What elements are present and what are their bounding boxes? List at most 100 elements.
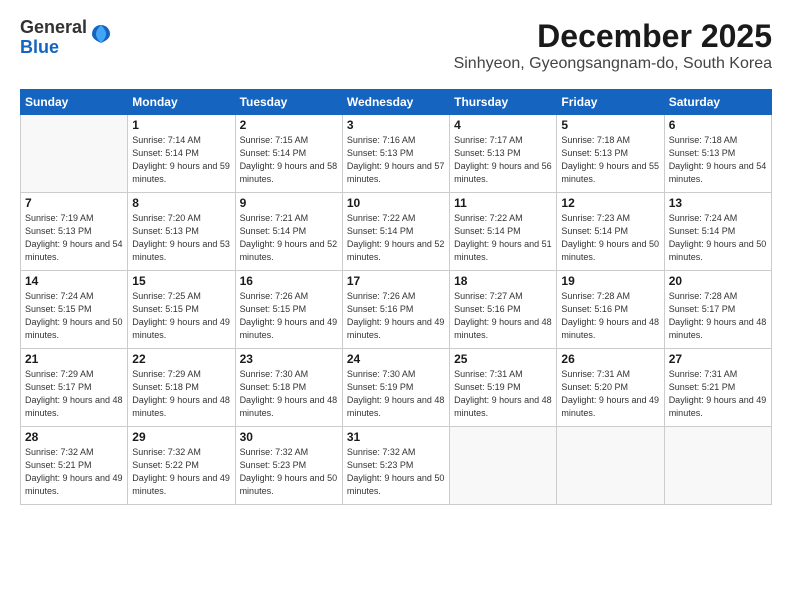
calendar-week-row: 21 Sunrise: 7:29 AMSunset: 5:17 PMDaylig… — [21, 349, 772, 427]
table-row: 12 Sunrise: 7:23 AMSunset: 5:14 PMDaylig… — [557, 193, 664, 271]
day-number: 10 — [347, 196, 445, 210]
table-row: 31 Sunrise: 7:32 AMSunset: 5:23 PMDaylig… — [342, 427, 449, 505]
calendar-week-row: 14 Sunrise: 7:24 AMSunset: 5:15 PMDaylig… — [21, 271, 772, 349]
day-number: 19 — [561, 274, 659, 288]
day-number: 13 — [669, 196, 767, 210]
day-info: Sunrise: 7:29 AMSunset: 5:18 PMDaylight:… — [132, 369, 230, 418]
table-row: 23 Sunrise: 7:30 AMSunset: 5:18 PMDaylig… — [235, 349, 342, 427]
day-number: 25 — [454, 352, 552, 366]
table-row: 5 Sunrise: 7:18 AMSunset: 5:13 PMDayligh… — [557, 115, 664, 193]
day-number: 18 — [454, 274, 552, 288]
day-number: 20 — [669, 274, 767, 288]
top-row: General Blue December 2025 Sinhyeon, Gye… — [20, 18, 772, 83]
title-section: December 2025 Sinhyeon, Gyeongsangnam-do… — [454, 18, 772, 81]
table-row: 17 Sunrise: 7:26 AMSunset: 5:16 PMDaylig… — [342, 271, 449, 349]
logo-text: General Blue — [20, 18, 87, 58]
calendar-week-row: 28 Sunrise: 7:32 AMSunset: 5:21 PMDaylig… — [21, 427, 772, 505]
day-number: 12 — [561, 196, 659, 210]
day-info: Sunrise: 7:32 AMSunset: 5:21 PMDaylight:… — [25, 447, 123, 496]
day-number: 1 — [132, 118, 230, 132]
table-row: 16 Sunrise: 7:26 AMSunset: 5:15 PMDaylig… — [235, 271, 342, 349]
day-number: 24 — [347, 352, 445, 366]
table-row: 3 Sunrise: 7:16 AMSunset: 5:13 PMDayligh… — [342, 115, 449, 193]
day-info: Sunrise: 7:32 AMSunset: 5:23 PMDaylight:… — [347, 447, 445, 496]
day-number: 31 — [347, 430, 445, 444]
calendar-week-row: 1 Sunrise: 7:14 AMSunset: 5:14 PMDayligh… — [21, 115, 772, 193]
page-container: General Blue December 2025 Sinhyeon, Gye… — [0, 0, 792, 515]
day-info: Sunrise: 7:14 AMSunset: 5:14 PMDaylight:… — [132, 135, 230, 184]
day-info: Sunrise: 7:28 AMSunset: 5:16 PMDaylight:… — [561, 291, 659, 340]
day-number: 14 — [25, 274, 123, 288]
day-number: 15 — [132, 274, 230, 288]
table-row: 21 Sunrise: 7:29 AMSunset: 5:17 PMDaylig… — [21, 349, 128, 427]
day-info: Sunrise: 7:22 AMSunset: 5:14 PMDaylight:… — [454, 213, 552, 262]
header-sunday: Sunday — [21, 90, 128, 115]
day-number: 16 — [240, 274, 338, 288]
day-number: 29 — [132, 430, 230, 444]
table-row: 25 Sunrise: 7:31 AMSunset: 5:19 PMDaylig… — [450, 349, 557, 427]
day-info: Sunrise: 7:18 AMSunset: 5:13 PMDaylight:… — [561, 135, 659, 184]
day-info: Sunrise: 7:17 AMSunset: 5:13 PMDaylight:… — [454, 135, 552, 184]
day-number: 6 — [669, 118, 767, 132]
day-info: Sunrise: 7:32 AMSunset: 5:22 PMDaylight:… — [132, 447, 230, 496]
header-monday: Monday — [128, 90, 235, 115]
day-info: Sunrise: 7:19 AMSunset: 5:13 PMDaylight:… — [25, 213, 123, 262]
day-info: Sunrise: 7:21 AMSunset: 5:14 PMDaylight:… — [240, 213, 338, 262]
day-number: 17 — [347, 274, 445, 288]
header-friday: Friday — [557, 90, 664, 115]
header-saturday: Saturday — [664, 90, 771, 115]
day-info: Sunrise: 7:22 AMSunset: 5:14 PMDaylight:… — [347, 213, 445, 262]
location-title: Sinhyeon, Gyeongsangnam-do, South Korea — [454, 55, 772, 73]
table-row — [450, 427, 557, 505]
day-info: Sunrise: 7:30 AMSunset: 5:18 PMDaylight:… — [240, 369, 338, 418]
day-info: Sunrise: 7:30 AMSunset: 5:19 PMDaylight:… — [347, 369, 445, 418]
day-number: 2 — [240, 118, 338, 132]
table-row: 27 Sunrise: 7:31 AMSunset: 5:21 PMDaylig… — [664, 349, 771, 427]
day-number: 9 — [240, 196, 338, 210]
day-info: Sunrise: 7:26 AMSunset: 5:15 PMDaylight:… — [240, 291, 338, 340]
table-row: 11 Sunrise: 7:22 AMSunset: 5:14 PMDaylig… — [450, 193, 557, 271]
day-number: 27 — [669, 352, 767, 366]
table-row: 1 Sunrise: 7:14 AMSunset: 5:14 PMDayligh… — [128, 115, 235, 193]
table-row: 14 Sunrise: 7:24 AMSunset: 5:15 PMDaylig… — [21, 271, 128, 349]
table-row: 10 Sunrise: 7:22 AMSunset: 5:14 PMDaylig… — [342, 193, 449, 271]
day-info: Sunrise: 7:31 AMSunset: 5:21 PMDaylight:… — [669, 369, 767, 418]
table-row: 9 Sunrise: 7:21 AMSunset: 5:14 PMDayligh… — [235, 193, 342, 271]
month-title: December 2025 — [454, 18, 772, 55]
table-row: 29 Sunrise: 7:32 AMSunset: 5:22 PMDaylig… — [128, 427, 235, 505]
table-row: 8 Sunrise: 7:20 AMSunset: 5:13 PMDayligh… — [128, 193, 235, 271]
day-number: 26 — [561, 352, 659, 366]
table-row: 28 Sunrise: 7:32 AMSunset: 5:21 PMDaylig… — [21, 427, 128, 505]
header-tuesday: Tuesday — [235, 90, 342, 115]
calendar-week-row: 7 Sunrise: 7:19 AMSunset: 5:13 PMDayligh… — [21, 193, 772, 271]
calendar-table: Sunday Monday Tuesday Wednesday Thursday… — [20, 89, 772, 505]
day-number: 23 — [240, 352, 338, 366]
day-info: Sunrise: 7:26 AMSunset: 5:16 PMDaylight:… — [347, 291, 445, 340]
day-number: 30 — [240, 430, 338, 444]
day-info: Sunrise: 7:20 AMSunset: 5:13 PMDaylight:… — [132, 213, 230, 262]
day-info: Sunrise: 7:15 AMSunset: 5:14 PMDaylight:… — [240, 135, 338, 184]
day-info: Sunrise: 7:16 AMSunset: 5:13 PMDaylight:… — [347, 135, 445, 184]
table-row: 4 Sunrise: 7:17 AMSunset: 5:13 PMDayligh… — [450, 115, 557, 193]
day-number: 3 — [347, 118, 445, 132]
day-number: 4 — [454, 118, 552, 132]
day-number: 11 — [454, 196, 552, 210]
table-row — [21, 115, 128, 193]
day-number: 22 — [132, 352, 230, 366]
day-number: 5 — [561, 118, 659, 132]
table-row: 26 Sunrise: 7:31 AMSunset: 5:20 PMDaylig… — [557, 349, 664, 427]
day-info: Sunrise: 7:28 AMSunset: 5:17 PMDaylight:… — [669, 291, 767, 340]
day-number: 8 — [132, 196, 230, 210]
day-info: Sunrise: 7:29 AMSunset: 5:17 PMDaylight:… — [25, 369, 123, 418]
day-info: Sunrise: 7:25 AMSunset: 5:15 PMDaylight:… — [132, 291, 230, 340]
day-info: Sunrise: 7:27 AMSunset: 5:16 PMDaylight:… — [454, 291, 552, 340]
table-row: 2 Sunrise: 7:15 AMSunset: 5:14 PMDayligh… — [235, 115, 342, 193]
day-info: Sunrise: 7:23 AMSunset: 5:14 PMDaylight:… — [561, 213, 659, 262]
header-thursday: Thursday — [450, 90, 557, 115]
logo-icon — [90, 23, 112, 45]
day-number: 7 — [25, 196, 123, 210]
table-row: 7 Sunrise: 7:19 AMSunset: 5:13 PMDayligh… — [21, 193, 128, 271]
table-row: 19 Sunrise: 7:28 AMSunset: 5:16 PMDaylig… — [557, 271, 664, 349]
table-row: 20 Sunrise: 7:28 AMSunset: 5:17 PMDaylig… — [664, 271, 771, 349]
day-info: Sunrise: 7:24 AMSunset: 5:14 PMDaylight:… — [669, 213, 767, 262]
